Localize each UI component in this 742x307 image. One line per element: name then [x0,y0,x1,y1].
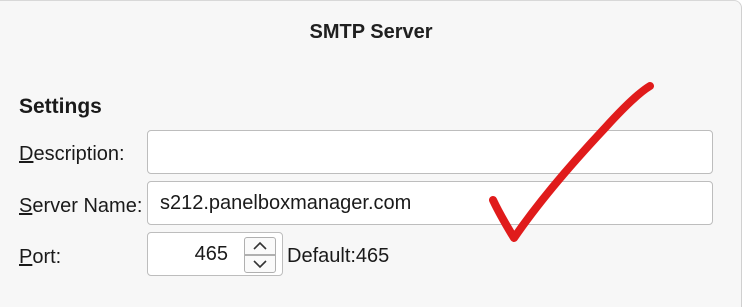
description-label-mnemonic: D [19,143,34,165]
port-label-mnemonic: P [19,246,33,268]
dialog-title: SMTP Server [309,21,433,43]
server-name-label: Server Name: [19,195,142,218]
chevron-up-icon [253,241,267,250]
settings-heading: Settings [19,95,102,118]
smtp-server-dialog: SMTP Server Settings Description: Server… [0,0,742,307]
description-input[interactable] [147,130,713,174]
chevron-down-icon [253,260,267,269]
description-label-rest: escription: [33,143,125,165]
port-increment-button[interactable] [244,237,276,255]
port-decrement-button[interactable] [244,255,276,273]
port-value: 465 [194,243,228,265]
port-label: Port: [19,246,61,269]
server-name-label-mnemonic: S [19,195,33,217]
server-name-label-rest: erver Name: [32,195,143,217]
server-name-input[interactable]: s212.panelboxmanager.com [147,181,713,225]
port-default-text: Default:465 [287,245,390,267]
port-label-rest: ort: [32,246,62,268]
description-label: Description: [19,143,125,166]
